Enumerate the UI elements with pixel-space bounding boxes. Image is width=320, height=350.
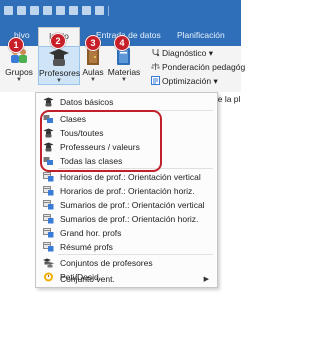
chevron-down-icon: ▾: [208, 48, 214, 58]
save-icon[interactable]: [4, 6, 13, 15]
chevron-down-icon: ▾: [213, 76, 218, 86]
optimization-icon: [151, 76, 160, 85]
chevron-down-icon: ▼: [56, 78, 62, 84]
subject-quick-icon[interactable]: [95, 6, 104, 15]
rooms-label: Aulas: [82, 67, 104, 77]
undo-icon[interactable]: [30, 6, 39, 15]
weighting-label: Ponderación pedagóg: [162, 62, 246, 72]
timetable-icon: [43, 214, 54, 224]
diagnostic-label: Diagnóstico: [162, 48, 207, 58]
menu-item[interactable]: Horarios de prof.: Orientación vertical: [36, 171, 217, 184]
menu-item[interactable]: Grand hor. profs: [36, 227, 217, 240]
menu-item[interactable]: Horarios de prof.: Orientación horiz.: [36, 185, 217, 198]
teacher-quick-icon[interactable]: [69, 6, 78, 15]
tab-planificacion[interactable]: Planificación: [177, 30, 225, 40]
diagnostic-button[interactable]: Diagnóstico ▾: [151, 48, 213, 59]
menu-item-label: Grand hor. profs: [60, 228, 122, 238]
optimization-label: Optimización: [162, 76, 212, 86]
menu-item-label: Conjunto vent.: [60, 274, 115, 284]
menu-item-label: Résumé profs: [60, 242, 113, 252]
menu-item-label: Horarios de prof.: Orientación vertical: [60, 172, 201, 182]
menu-separator: [58, 254, 213, 255]
workspace-left: [0, 92, 35, 350]
chevron-down-icon: ▼: [121, 77, 127, 83]
timetable-icon: [43, 228, 54, 238]
highlight-frame: [40, 110, 162, 172]
title-bar: [0, 0, 241, 24]
menu-item[interactable]: Résumé profs: [36, 241, 217, 254]
print-icon[interactable]: [17, 6, 26, 15]
timetable-icon: [43, 186, 54, 196]
menu-item-label: Horarios de prof.: Orientación horiz.: [60, 186, 195, 196]
teacher-data-icon: [43, 97, 54, 107]
teachers-button[interactable]: Profesores ▼: [38, 46, 80, 85]
quick-access-toolbar: [4, 6, 109, 16]
timetable-quick-icon[interactable]: [56, 6, 65, 15]
step-badge-2: 2: [50, 33, 66, 49]
chevron-down-icon: ▼: [16, 77, 22, 83]
optimization-button[interactable]: Optimización ▾: [151, 76, 218, 87]
subjects-label: Materias: [107, 67, 141, 77]
timetable-icon: [43, 200, 54, 210]
menu-item-label: Datos básicos: [60, 97, 114, 107]
menu-item-label: Sumarios de prof.: Orientación horiz.: [60, 214, 199, 224]
teachers-icon: [48, 47, 70, 67]
weighting-button[interactable]: Ponderación pedagóg: [151, 62, 245, 72]
groups-label: Grupos: [5, 67, 33, 77]
menu-item-label: Conjuntos de profesores: [60, 258, 153, 268]
step-badge-3: 3: [85, 35, 101, 51]
menu-item[interactable]: Datos básicos: [36, 96, 217, 109]
subjects-button[interactable]: Materias ▼: [107, 46, 141, 83]
room-quick-icon[interactable]: [82, 6, 91, 15]
menu-item[interactable]: Conjunto vent. ▶: [36, 273, 217, 286]
step-badge-4: 4: [114, 35, 130, 51]
teacher-sets-icon: [43, 258, 54, 268]
submenu-arrow-icon: ▶: [203, 276, 209, 283]
ribbon-panel: Grupos ▼ Profesores ▼ Aulas ▼ Materias ▼…: [0, 46, 245, 93]
workspace-right: [216, 92, 241, 350]
weighting-icon: [151, 62, 160, 71]
timetable-icon: [43, 242, 54, 252]
step-badge-1: 1: [8, 37, 24, 53]
diagnostic-icon: [151, 48, 160, 57]
menu-item[interactable]: Conjuntos de profesores: [36, 257, 217, 270]
menu-item[interactable]: Sumarios de prof.: Orientación vertical: [36, 199, 217, 212]
teachers-label: Profesores: [39, 68, 81, 78]
menu-item-label: Sumarios de prof.: Orientación vertical: [60, 200, 205, 210]
timetable-icon: [43, 172, 54, 182]
chevron-down-icon: ▼: [90, 77, 96, 83]
qat-separator: [108, 6, 109, 16]
redo-icon[interactable]: [43, 6, 52, 15]
rooms-button[interactable]: Aulas ▼: [80, 46, 106, 83]
menu-item[interactable]: Sumarios de prof.: Orientación horiz.: [36, 213, 217, 226]
